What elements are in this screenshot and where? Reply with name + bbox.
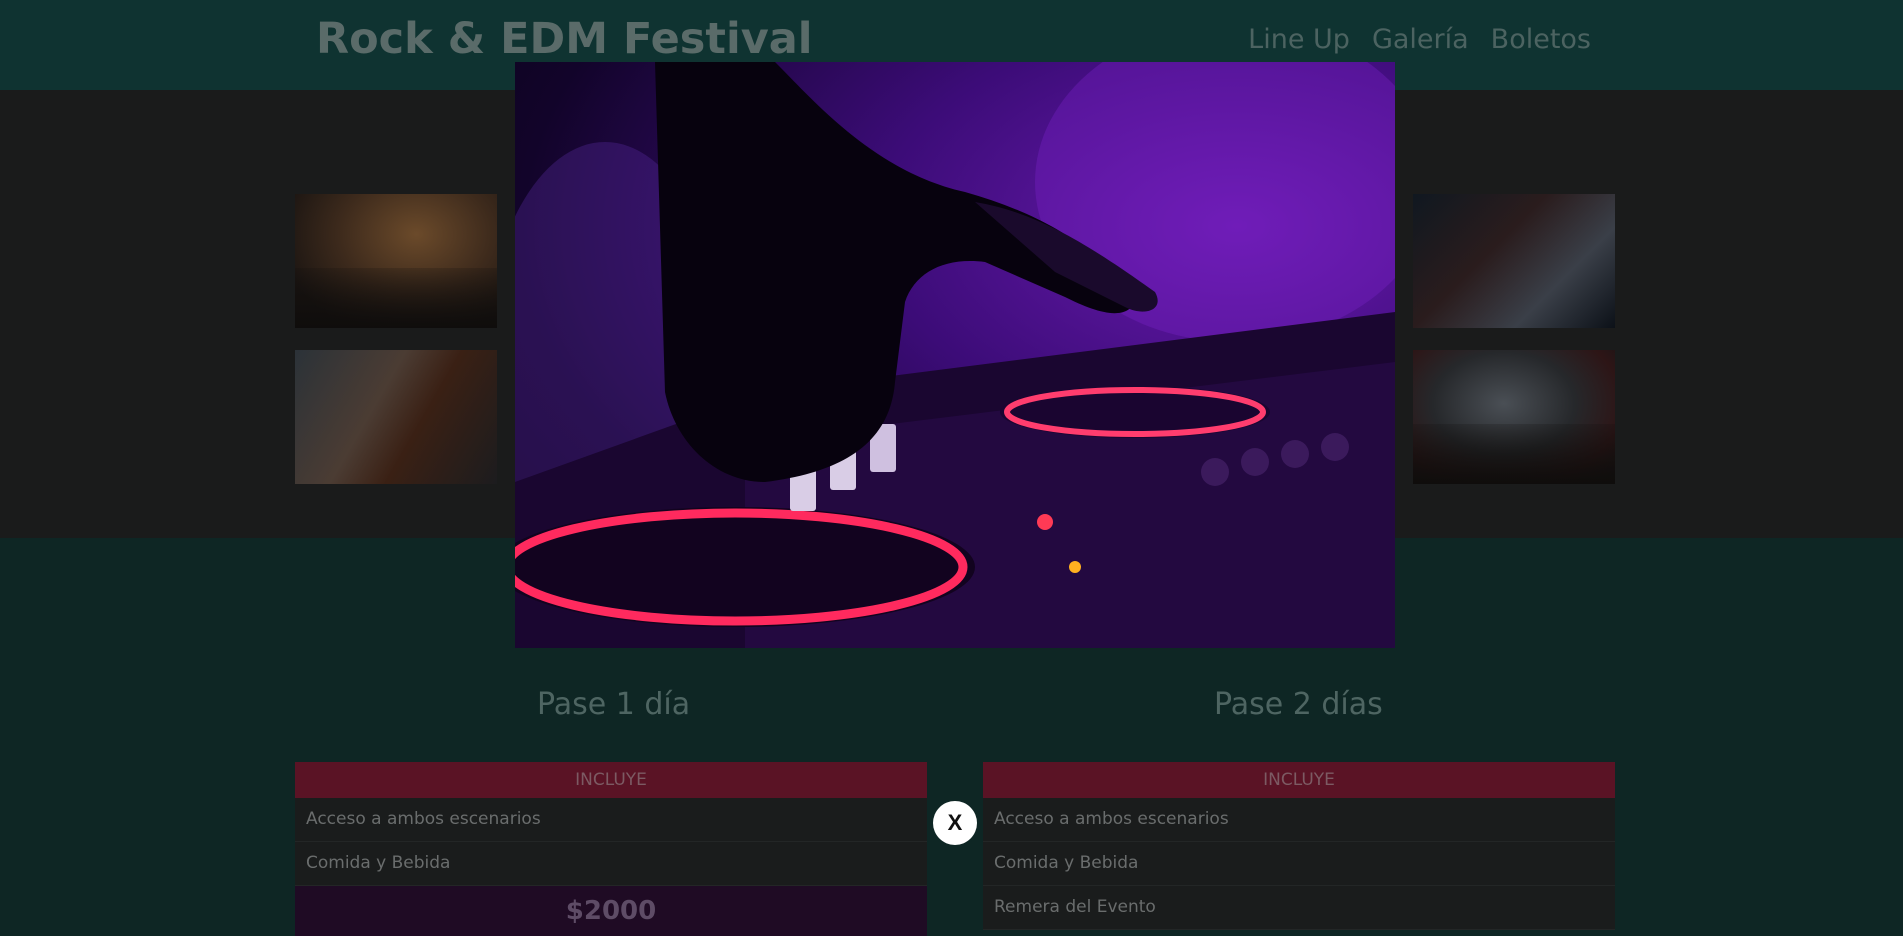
dj-mixer-illustration <box>515 62 1395 648</box>
lightbox-image <box>515 62 1395 648</box>
lightbox-close-button[interactable]: X <box>933 801 977 845</box>
